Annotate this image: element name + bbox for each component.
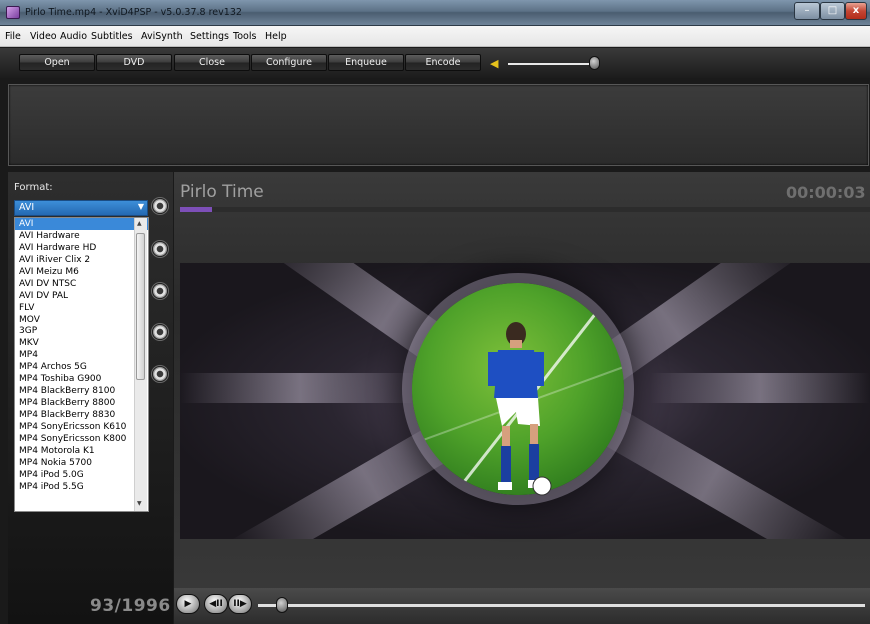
format-option[interactable]: FLV <box>15 302 148 314</box>
format-option[interactable]: AVI Hardware HD <box>15 242 148 254</box>
queue-panel <box>8 84 869 166</box>
scroll-up-icon[interactable]: ▲ <box>137 220 142 227</box>
format-option[interactable]: AVI <box>15 218 148 230</box>
format-option[interactable]: MOV <box>15 314 148 326</box>
format-option[interactable]: MP4 Archos 5G <box>15 361 148 373</box>
menu-video[interactable]: Video <box>30 31 57 42</box>
format-dropdown-list[interactable]: AVI AVI Hardware AVI Hardware HD AVI iRi… <box>14 217 149 512</box>
format-option[interactable]: MP4 iPod 5.5G <box>15 481 148 493</box>
format-option[interactable]: MP4 iPod 5.0G <box>15 469 148 481</box>
app-icon <box>6 6 20 19</box>
seek-slider[interactable] <box>258 604 865 607</box>
minimize-button[interactable]: – <box>794 2 820 20</box>
chevron-down-icon[interactable]: ▼ <box>138 202 144 211</box>
toolbar: Open DVD Close Configure Enqueue Encode <box>0 48 870 78</box>
format-option[interactable]: 3GP <box>15 325 148 337</box>
dvd-button[interactable]: DVD <box>96 54 172 71</box>
menu-subtitles[interactable]: Subtitles <box>91 31 133 42</box>
format-option[interactable]: AVI DV PAL <box>15 290 148 302</box>
menu-bar: File Video Audio Subtitles AviSynth Sett… <box>0 26 870 47</box>
timecode: 00:00:03 <box>786 183 866 202</box>
menu-settings[interactable]: Settings <box>190 31 229 42</box>
format-option[interactable]: MP4 SonyEricsson K610 <box>15 421 148 433</box>
video-settings-gear-icon[interactable] <box>152 241 168 257</box>
format-option[interactable]: AVI Hardware <box>15 230 148 242</box>
play-button[interactable]: ▶ <box>176 594 200 614</box>
format-option[interactable]: AVI Meizu M6 <box>15 266 148 278</box>
format-settings-gear-icon[interactable] <box>152 198 168 214</box>
close-button[interactable]: x <box>845 2 867 20</box>
format-option[interactable]: MP4 Toshiba G900 <box>15 373 148 385</box>
configure-button[interactable]: Configure <box>251 54 327 71</box>
menu-tools[interactable]: Tools <box>233 31 256 42</box>
maximize-button[interactable]: □ <box>820 2 845 20</box>
progress-indicator <box>180 207 212 212</box>
filter-settings-gear-icon[interactable] <box>152 324 168 340</box>
frame-forward-button[interactable]: II▶ <box>228 594 252 614</box>
close-file-button[interactable]: Close <box>174 54 250 71</box>
speaker-icon[interactable]: ◀ <box>490 57 498 70</box>
extra-settings-gear-icon[interactable] <box>152 366 168 382</box>
frame-back-button[interactable]: ◀II <box>204 594 228 614</box>
enqueue-button[interactable]: Enqueue <box>328 54 404 71</box>
menu-help[interactable]: Help <box>265 31 287 42</box>
format-selected-value: AVI <box>19 202 35 213</box>
audio-settings-gear-icon[interactable] <box>152 283 168 299</box>
format-select[interactable]: AVI ▼ <box>14 200 148 216</box>
dropdown-scrollbar-thumb[interactable] <box>136 233 145 380</box>
menu-audio[interactable]: Audio <box>60 31 87 42</box>
format-option[interactable]: MP4 BlackBerry 8100 <box>15 385 148 397</box>
window-title: Pirlo Time.mp4 - XviD4PSP - v5.0.37.8 re… <box>25 7 242 18</box>
seek-slider-handle[interactable] <box>276 597 289 613</box>
format-option[interactable]: AVI DV NTSC <box>15 278 148 290</box>
format-option[interactable]: MP4 Motorola K1 <box>15 445 148 457</box>
format-label: Format: <box>14 182 53 193</box>
format-option[interactable]: MP4 BlackBerry 8830 <box>15 409 148 421</box>
scroll-down-icon[interactable]: ▼ <box>137 500 142 507</box>
format-option[interactable]: MP4 BlackBerry 8800 <box>15 397 148 409</box>
menu-file[interactable]: File <box>5 31 21 42</box>
volume-slider[interactable] <box>508 63 600 65</box>
volume-slider-handle[interactable] <box>589 56 601 70</box>
progress-track <box>180 207 870 212</box>
video-title: Pirlo Time <box>180 182 264 202</box>
format-option[interactable]: MP4 <box>15 349 148 361</box>
frame-counter: 93/1996 <box>90 596 171 616</box>
format-option[interactable]: MKV <box>15 337 148 349</box>
format-option[interactable]: MP4 SonyEricsson K800 <box>15 433 148 445</box>
open-button[interactable]: Open <box>19 54 95 71</box>
format-option[interactable]: MP4 Nokia 5700 <box>15 457 148 469</box>
player-figure <box>488 322 552 496</box>
format-option[interactable]: AVI iRiver Clix 2 <box>15 254 148 266</box>
menu-avisynth[interactable]: AviSynth <box>141 31 183 42</box>
window-title-bar: Pirlo Time.mp4 - XviD4PSP - v5.0.37.8 re… <box>0 0 870 26</box>
encode-button[interactable]: Encode <box>405 54 481 71</box>
